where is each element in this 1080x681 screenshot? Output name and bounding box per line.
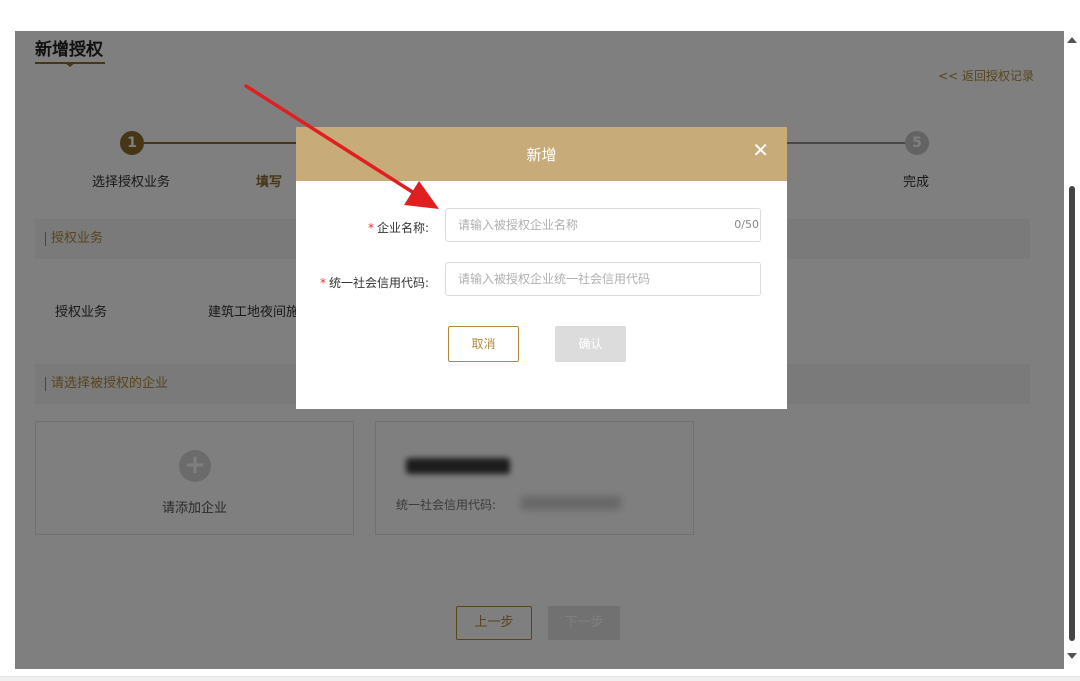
bottom-edge (0, 676, 1080, 681)
scroll-up-arrow-icon[interactable] (1067, 37, 1077, 43)
page-scrollbar[interactable] (1064, 31, 1080, 669)
company-name-counter: 0/50 (734, 218, 759, 231)
company-name-label: * 企业名称: (368, 219, 429, 236)
dialog-title: 新增 (526, 146, 557, 164)
credit-code-field-label: * 统一社会信用代码: (320, 274, 429, 291)
confirm-button[interactable]: 确认 (555, 326, 626, 362)
scroll-down-arrow-icon[interactable] (1067, 653, 1077, 659)
credit-code-field-label-text: 统一社会信用代码: (328, 276, 429, 290)
scroll-thumb[interactable] (1069, 186, 1075, 641)
add-dialog: 新增 ✕ *企业名称: 0/50 *统一社会信用代码: 取消 确认 (296, 127, 787, 409)
close-icon[interactable]: ✕ (752, 140, 769, 160)
dialog-header: 新增 ✕ (296, 127, 787, 181)
company-name-label-text: 企业名称: (376, 221, 429, 235)
required-asterisk: * (319, 276, 326, 290)
company-name-input[interactable] (445, 208, 761, 242)
credit-code-input[interactable] (445, 262, 761, 296)
cancel-button[interactable]: 取消 (448, 326, 519, 362)
required-asterisk: * (367, 221, 374, 235)
